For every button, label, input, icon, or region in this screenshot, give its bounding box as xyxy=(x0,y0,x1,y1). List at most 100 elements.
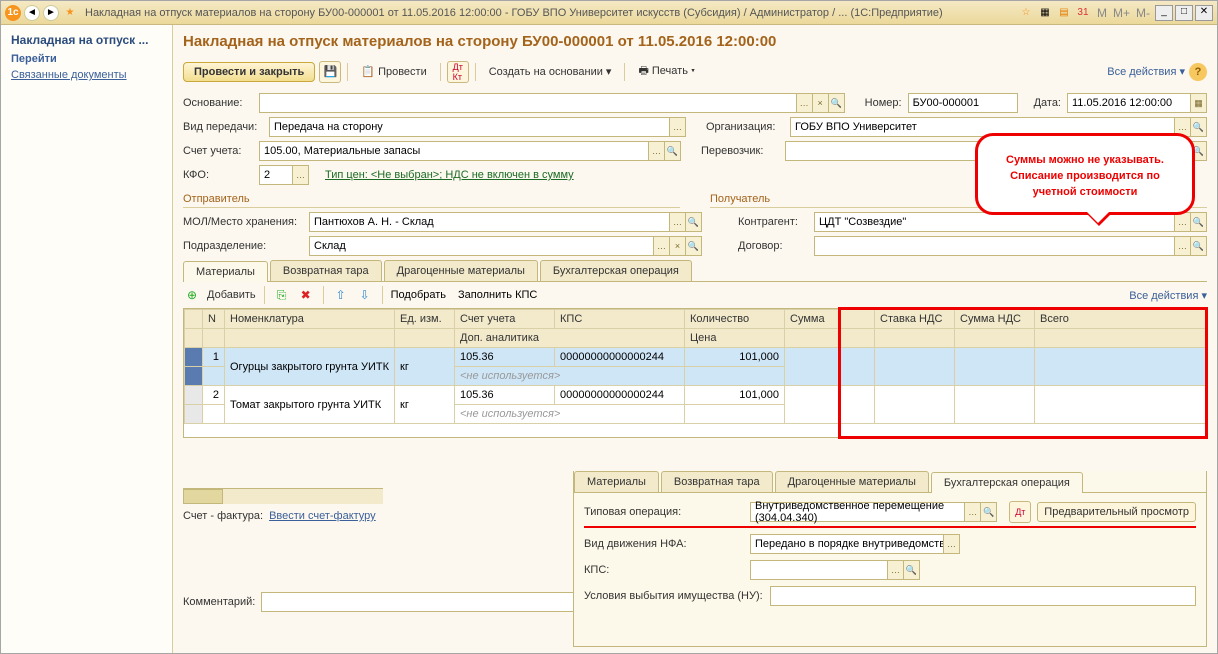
date-input[interactable]: 11.05.2016 12:00:00▦ xyxy=(1067,93,1207,113)
lookup-icon[interactable]: 🔍 xyxy=(1190,118,1206,136)
fill-kps-button[interactable]: Заполнить КПС xyxy=(458,289,537,301)
disposal-input[interactable] xyxy=(770,586,1196,606)
add-icon[interactable]: ⊕ xyxy=(183,286,201,304)
number-input[interactable]: БУ00-000001 xyxy=(908,93,1018,113)
post-button[interactable]: 📋 Провести xyxy=(354,61,433,82)
lookup-icon[interactable]: 🔍 xyxy=(685,213,701,231)
kps2-label: КПС: xyxy=(584,564,744,576)
transfer-type-input[interactable]: Передача на сторону… xyxy=(269,117,686,137)
preview-button[interactable]: Предварительный просмотр xyxy=(1037,502,1196,522)
lower-panel: Материалы Возвратная тара Драгоценные ма… xyxy=(573,471,1207,647)
contractor-label: Контрагент: xyxy=(738,216,808,228)
dots-icon[interactable]: … xyxy=(1174,237,1190,255)
close-button[interactable]: ✕ xyxy=(1195,5,1213,21)
move-up-icon[interactable]: ⇧ xyxy=(332,286,350,304)
dtkt-icon[interactable]: ДтКт xyxy=(447,61,469,83)
tab-materials[interactable]: Материалы xyxy=(183,261,268,282)
dots-icon[interactable]: … xyxy=(669,118,685,136)
command-bar: Провести и закрыть 💾 📋 Провести ДтКт Соз… xyxy=(183,58,1207,85)
m-minus-button[interactable]: M- xyxy=(1133,6,1153,20)
annotation-callout: Суммы можно не указывать. Списание произ… xyxy=(975,133,1195,215)
lookup-icon[interactable]: 🔍 xyxy=(1190,237,1206,255)
save-icon[interactable]: 💾 xyxy=(319,61,341,83)
kfo-label: КФО: xyxy=(183,169,253,181)
restore-button[interactable]: □ xyxy=(1175,5,1193,21)
dtkt2-icon[interactable]: Дт xyxy=(1009,501,1031,523)
ltab-tare[interactable]: Возвратная тара xyxy=(661,471,773,492)
dots-icon[interactable]: … xyxy=(964,503,980,521)
favorite-icon[interactable]: ★ xyxy=(62,5,78,21)
basis-input[interactable]: …×🔍 xyxy=(259,93,845,113)
delete-icon[interactable]: ✖ xyxy=(297,286,315,304)
date-label: Дата: xyxy=(1034,97,1061,109)
help-icon[interactable]: ? xyxy=(1189,63,1207,81)
m-plus-button[interactable]: M+ xyxy=(1110,6,1133,20)
sidebar-link-goto[interactable]: Перейти xyxy=(11,53,162,65)
minimize-button[interactable]: _ xyxy=(1155,5,1173,21)
tab-accounting[interactable]: Бухгалтерская операция xyxy=(540,260,692,281)
clear-icon[interactable]: × xyxy=(669,237,685,255)
clear-icon[interactable]: × xyxy=(812,94,828,112)
lookup-icon[interactable]: 🔍 xyxy=(980,503,996,521)
contract-input[interactable]: …🔍 xyxy=(814,236,1207,256)
fav2-icon[interactable]: ☆ xyxy=(1018,5,1034,21)
calendar-picker-icon[interactable]: ▦ xyxy=(1190,94,1206,112)
table-row[interactable]: 2 Томат закрытого грунта УИТК кг 105.36 … xyxy=(185,386,1206,405)
contractor-input[interactable]: ЦДТ "Созвездие"…🔍 xyxy=(814,212,1207,232)
dots-icon[interactable]: … xyxy=(887,561,903,579)
dots-icon[interactable]: … xyxy=(796,94,812,112)
lookup-icon[interactable]: 🔍 xyxy=(1190,213,1206,231)
dots-icon[interactable]: … xyxy=(1174,213,1190,231)
table-toolbar: ⊕ Добавить ⎘ ✖ ⇧ ⇩ Подобрать Заполнить К… xyxy=(183,282,1207,308)
sidebar-link-related[interactable]: Связанные документы xyxy=(11,69,162,81)
move-down-icon[interactable]: ⇩ xyxy=(356,286,374,304)
add-button[interactable]: Добавить xyxy=(207,289,256,301)
price-type-link[interactable]: Тип цен: <Не выбран>; НДС не включен в с… xyxy=(325,169,574,181)
table-all-actions[interactable]: Все действия ▾ xyxy=(1129,289,1207,302)
dept-input[interactable]: Склад…×🔍 xyxy=(309,236,702,256)
nav-fwd-icon[interactable]: ► xyxy=(43,5,59,21)
lookup-icon[interactable]: 🔍 xyxy=(828,94,844,112)
materials-grid: N Номенклатура Ед. изм. Счет учета КПС К… xyxy=(183,308,1207,438)
org-label: Организация: xyxy=(706,121,784,133)
kfo-input[interactable]: 2… xyxy=(259,165,309,185)
tab-return-tare[interactable]: Возвратная тара xyxy=(270,260,382,281)
transfer-type-label: Вид передачи: xyxy=(183,121,263,133)
tab-precious[interactable]: Драгоценные материалы xyxy=(384,260,538,281)
content-area: Накладная на отпуск материалов на сторон… xyxy=(173,25,1217,653)
lookup-icon[interactable]: 🔍 xyxy=(903,561,919,579)
contract-label: Договор: xyxy=(738,240,808,252)
invoice-link[interactable]: Ввести счет-фактуру xyxy=(269,510,376,522)
dots-icon[interactable]: … xyxy=(669,213,685,231)
title-bar: 1c ◄ ► ★ Накладная на отпуск материалов … xyxy=(1,1,1217,25)
ltab-precious[interactable]: Драгоценные материалы xyxy=(775,471,929,492)
m-button[interactable]: M xyxy=(1094,6,1110,20)
lookup-icon[interactable]: 🔍 xyxy=(685,237,701,255)
dots-icon[interactable]: … xyxy=(653,237,669,255)
dots-icon[interactable]: … xyxy=(943,535,959,553)
nav-back-icon[interactable]: ◄ xyxy=(24,5,40,21)
tool-icon-2[interactable]: ▤ xyxy=(1056,5,1072,21)
h-scrollbar[interactable] xyxy=(183,488,383,504)
dots-icon[interactable]: … xyxy=(648,142,664,160)
calendar-icon[interactable]: 31 xyxy=(1075,5,1091,21)
ltab-materials[interactable]: Материалы xyxy=(574,471,659,492)
dots-icon[interactable]: … xyxy=(292,166,308,184)
create-based-button[interactable]: Создать на основании ▾ xyxy=(482,61,619,82)
pick-button[interactable]: Подобрать xyxy=(391,289,446,301)
account-input[interactable]: 105.00, Материальные запасы…🔍 xyxy=(259,141,681,161)
table-row[interactable]: 1 Огурцы закрытого грунта УИТК кг 105.36… xyxy=(185,348,1206,367)
post-and-close-button[interactable]: Провести и закрыть xyxy=(183,62,315,82)
all-actions-link[interactable]: Все действия ▾ xyxy=(1107,65,1185,78)
kps2-input[interactable]: …🔍 xyxy=(750,560,920,580)
copy-icon[interactable]: ⎘ xyxy=(273,286,291,304)
tool-icon-1[interactable]: ▦ xyxy=(1037,5,1053,21)
mol-input[interactable]: Пантюхов А. Н. - Склад…🔍 xyxy=(309,212,702,232)
op-label: Типовая операция: xyxy=(584,506,744,518)
op-input[interactable]: Внутриведомственное перемещение (304.04.… xyxy=(750,502,997,522)
print-button[interactable]: 🖶 Печать ▾ xyxy=(631,58,702,85)
ltab-accounting[interactable]: Бухгалтерская операция xyxy=(931,472,1083,493)
lookup-icon[interactable]: 🔍 xyxy=(664,142,680,160)
sidebar-title: Накладная на отпуск ... xyxy=(11,33,162,47)
nfa-input[interactable]: Передано в порядке внутриведомстве… xyxy=(750,534,960,554)
